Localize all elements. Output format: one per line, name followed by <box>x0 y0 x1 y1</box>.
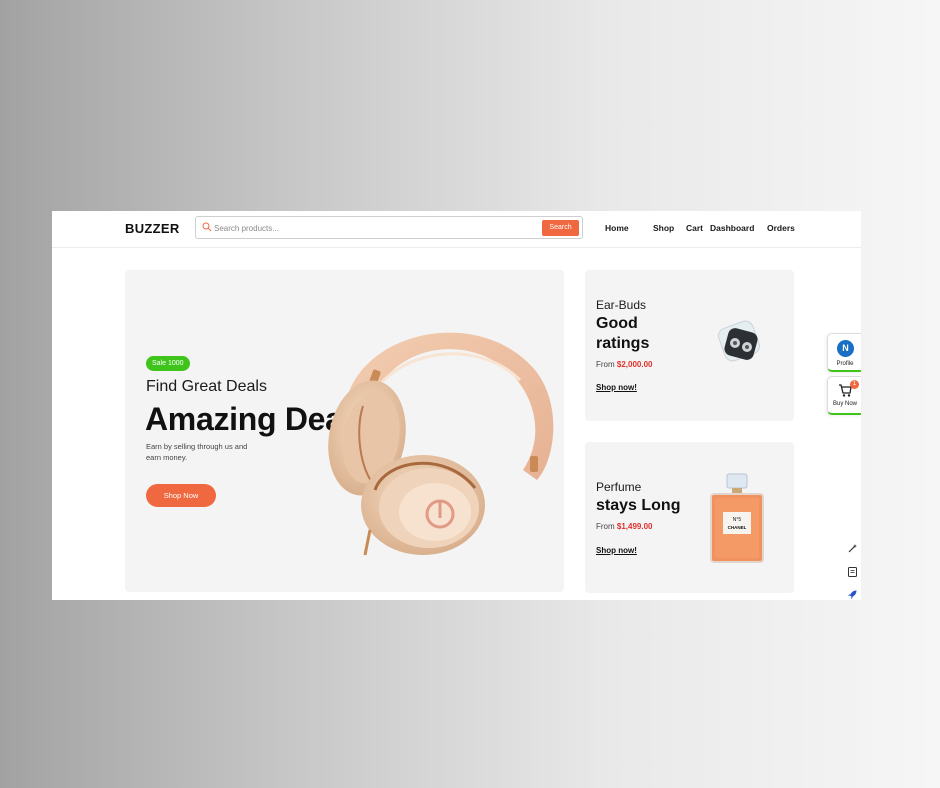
headphones-image <box>328 332 554 556</box>
nav-shop[interactable]: Shop <box>653 223 674 233</box>
promo-tagline: Good <box>596 315 638 332</box>
nav-orders[interactable]: Orders <box>767 223 795 233</box>
promo-shop-link[interactable]: Shop now! <box>596 546 637 555</box>
promo-tagline: ratings <box>596 335 650 352</box>
search-input[interactable] <box>212 219 536 238</box>
promo-category: Ear-Buds <box>596 298 647 312</box>
promo-price: From $2,000.00 <box>596 360 653 369</box>
bottle-label-line-1: N°5 <box>733 517 742 523</box>
hero-subtitle: Find Great Deals <box>146 378 267 395</box>
promo-card-perfume[interactable]: Perfume stays Long From $1,499.00 Shop n… <box>585 442 794 593</box>
earbuds-image <box>718 320 760 362</box>
search-icon <box>202 222 212 232</box>
promo-card-earbuds[interactable]: Ear-Buds Good ratings From $2,000.00 Sho… <box>585 270 794 421</box>
nav-cart[interactable]: Cart <box>686 223 703 233</box>
cart-count-badge: 1 <box>850 380 859 389</box>
site-logo[interactable]: BUZZER <box>125 221 180 236</box>
hero-banner: Sale 1000 Find Great Deals Amazing Deal … <box>125 270 564 592</box>
buy-now-label: Buy Now <box>832 401 857 407</box>
promo-tagline: stays Long <box>596 497 681 514</box>
clipboard-icon[interactable] <box>847 566 858 577</box>
magic-wand-icon[interactable] <box>847 543 858 554</box>
tool-strip <box>842 537 861 600</box>
sale-badge: Sale 1000 <box>146 356 190 371</box>
rocket-icon[interactable] <box>847 589 858 600</box>
promo-category: Perfume <box>596 480 642 494</box>
browser-viewport: BUZZER Search Home Shop Cart Dashboard O… <box>52 211 861 600</box>
search-button[interactable]: Search <box>542 220 579 236</box>
nav-home[interactable]: Home <box>605 223 629 233</box>
buy-now-widget[interactable]: 1 Buy Now <box>827 376 861 415</box>
promo-price: From $1,499.00 <box>596 522 653 531</box>
perfume-bottle-image: N°5 CHANEL <box>710 473 764 563</box>
shop-now-button[interactable]: Shop Now <box>146 484 216 507</box>
hero-description: Earn by selling through us and earn mone… <box>146 442 248 462</box>
avatar: N <box>837 340 854 357</box>
promo-shop-link[interactable]: Shop now! <box>596 383 637 392</box>
bottle-label-line-2: CHANEL <box>728 525 747 530</box>
profile-label: Profile <box>836 361 854 367</box>
site-header: BUZZER Search Home Shop Cart Dashboard O… <box>52 211 861 248</box>
nav-dashboard[interactable]: Dashboard <box>710 223 754 233</box>
profile-widget[interactable]: N Profile <box>827 333 861 372</box>
search-bar: Search <box>195 216 583 239</box>
